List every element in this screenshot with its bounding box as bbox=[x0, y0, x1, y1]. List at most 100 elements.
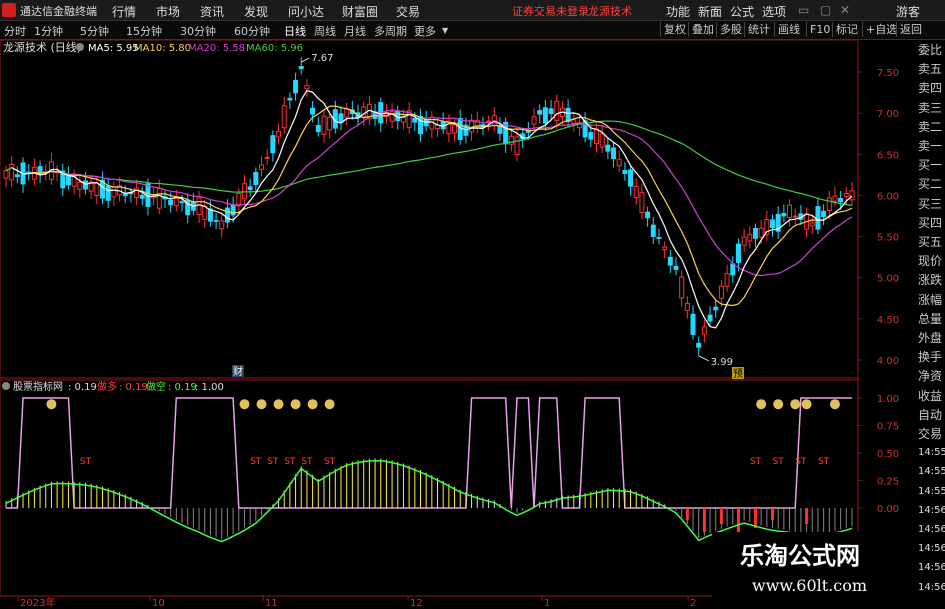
candle-body bbox=[111, 186, 117, 198]
sidebar-label: 委比 bbox=[918, 43, 943, 57]
candle-body bbox=[139, 194, 145, 199]
duo-red-bar bbox=[685, 508, 689, 520]
sidebar-label: 卖四 bbox=[918, 81, 943, 96]
candle-body bbox=[446, 120, 452, 135]
duo-label: 做多 bbox=[97, 380, 117, 393]
candle-body bbox=[304, 85, 310, 90]
sidebar-label: 涨跌 bbox=[918, 273, 943, 288]
candle-body bbox=[469, 119, 475, 133]
candle-body bbox=[752, 228, 758, 239]
histogram bbox=[5, 458, 853, 540]
candle-body bbox=[741, 236, 747, 246]
sidebar-label: 14:56 bbox=[918, 504, 945, 516]
money-bag-icon bbox=[756, 399, 767, 410]
st-signal-label: ST bbox=[324, 457, 336, 467]
watermark: 乐淘公式网 www.60lt.com bbox=[712, 532, 902, 602]
candle-body bbox=[724, 273, 730, 287]
money-bag-icon bbox=[256, 399, 267, 410]
sidebar-label: 总量 bbox=[918, 311, 943, 326]
candle-body bbox=[718, 285, 724, 299]
y-tick-label: 4.50 bbox=[877, 315, 899, 326]
candle-body bbox=[599, 133, 605, 148]
quote-sidebar: 委比 卖五 卖四 卖三 卖二 卖一 买一 买二 买三 买四 买五 现价 涨跌 涨幅 总量 外盘 换手 净资 收益 自动… bbox=[917, 40, 945, 600]
candle-body bbox=[588, 132, 594, 140]
candle-body bbox=[253, 172, 259, 185]
duo-red-bar bbox=[753, 508, 757, 528]
sidebar-label: 卖二 bbox=[918, 119, 943, 134]
candle-body bbox=[224, 207, 230, 223]
st-signal-label: ST bbox=[284, 457, 296, 467]
candle-body bbox=[281, 105, 287, 129]
duo-red-bar bbox=[805, 508, 809, 524]
candle-body bbox=[179, 201, 185, 204]
candle-body bbox=[696, 342, 702, 348]
money-bag-icon bbox=[307, 399, 318, 410]
candle-body bbox=[605, 144, 611, 152]
st-signal-label: ST bbox=[795, 457, 807, 467]
candle-body bbox=[400, 116, 406, 123]
sidebar-label: 外盘 bbox=[918, 331, 943, 345]
candle-body bbox=[548, 108, 554, 114]
candle-body bbox=[684, 302, 690, 311]
sidebar-label: 自动 bbox=[918, 407, 943, 422]
candle-body bbox=[537, 110, 543, 115]
candle-body bbox=[730, 263, 736, 276]
st-signal-label: ST bbox=[750, 457, 762, 467]
candle-body bbox=[809, 222, 815, 227]
candle-body bbox=[650, 224, 656, 237]
candle-body bbox=[105, 185, 111, 201]
candle-body bbox=[656, 236, 662, 239]
candle-body bbox=[821, 210, 827, 218]
duo-red-bar bbox=[719, 508, 723, 524]
candle-body bbox=[565, 107, 571, 123]
watermark-title: 乐淘公式网 bbox=[740, 541, 860, 570]
money-bag-icon bbox=[46, 399, 57, 410]
sidebar-label: 14:55 bbox=[918, 447, 945, 459]
y-tick-label: 7.00 bbox=[877, 109, 899, 120]
candle-body bbox=[571, 119, 577, 124]
candle-body bbox=[122, 193, 128, 197]
money-bag-icon bbox=[829, 399, 840, 410]
candle-body bbox=[156, 187, 162, 209]
sub-legend-toggle-icon bbox=[2, 382, 10, 390]
candle-body bbox=[713, 306, 719, 311]
candle-body bbox=[423, 119, 429, 127]
candle-body bbox=[542, 107, 548, 124]
candle-body bbox=[241, 183, 247, 200]
kline-chart-area[interactable]: 7.50 7.00 6.50 6.00 5.50 5.00 4.50 4.00 龙源技术 (日线… bbox=[0, 0, 945, 609]
candle-body bbox=[554, 100, 560, 122]
candle-body bbox=[611, 147, 617, 159]
candle-body bbox=[94, 182, 100, 197]
duo-red-bar bbox=[771, 508, 775, 520]
candle-body bbox=[298, 66, 304, 70]
sidebar-label: 交易 bbox=[918, 427, 943, 441]
st-signal-label: ST bbox=[250, 457, 262, 467]
kong-oscillator-line bbox=[5, 459, 853, 543]
candle-body bbox=[321, 115, 327, 135]
candle-body bbox=[77, 182, 83, 190]
candle-body bbox=[452, 124, 458, 134]
candle-body bbox=[213, 219, 219, 222]
candle-body bbox=[826, 197, 832, 211]
money-bag-icon bbox=[273, 399, 284, 410]
watermark-url: www.60lt.com bbox=[752, 576, 868, 595]
x-axis-label: 11 bbox=[265, 598, 278, 609]
st-signal-label: ST bbox=[301, 457, 313, 467]
legend-toggle-icon bbox=[76, 43, 84, 51]
candle-body bbox=[247, 186, 253, 190]
candle-body bbox=[673, 265, 679, 270]
candle-body bbox=[667, 256, 673, 266]
sidebar-label: 收益 bbox=[918, 388, 943, 403]
candle-body bbox=[838, 197, 844, 203]
candle-body bbox=[287, 97, 293, 101]
candle-body bbox=[310, 107, 316, 115]
sidebar-label: 净资 bbox=[918, 369, 943, 384]
high-label: 7.67 bbox=[311, 53, 333, 64]
candle-body bbox=[843, 193, 849, 197]
y-tick-label: 7.50 bbox=[877, 68, 899, 79]
candles bbox=[3, 57, 855, 356]
last-value: : 1.00 bbox=[195, 382, 224, 393]
legend-ma1: MA10: 5.80 bbox=[134, 43, 191, 54]
candle-body bbox=[735, 243, 741, 263]
candle-body bbox=[270, 135, 276, 154]
